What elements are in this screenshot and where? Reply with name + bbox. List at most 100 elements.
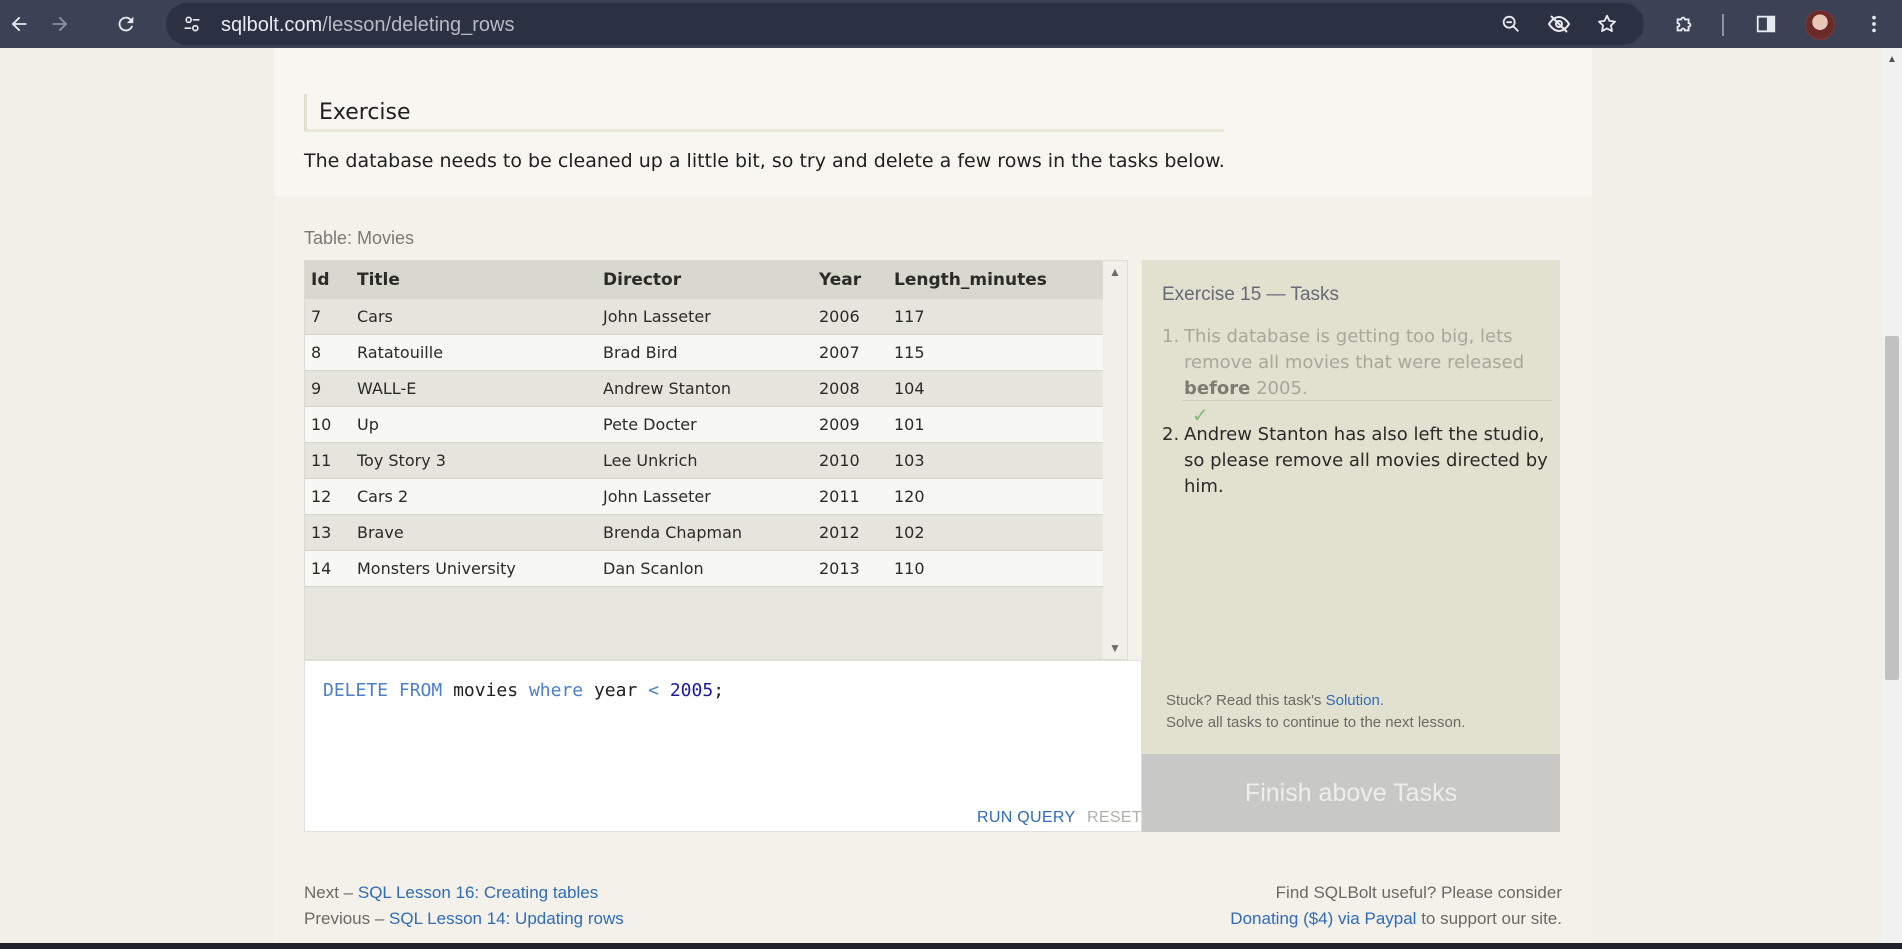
reload-button[interactable] (110, 8, 142, 40)
arrow-right-icon (52, 16, 68, 32)
table-cell: 117 (888, 299, 1118, 335)
side-panel-icon (1756, 15, 1776, 33)
table-cell: 2009 (813, 406, 888, 443)
table-cell: Cars (351, 299, 597, 335)
taskbar-strip (0, 943, 1902, 949)
table-cell: 2007 (813, 334, 888, 371)
address-bar[interactable]: sqlbolt.com/lesson/deleting_rows (166, 3, 1644, 45)
table-cell: 103 (888, 442, 1118, 479)
exercise-section: Exercise The database needs to be cleane… (274, 48, 1592, 196)
table-cell: 2008 (813, 370, 888, 407)
menu-button[interactable] (1858, 8, 1890, 40)
side-panel-button[interactable] (1750, 8, 1782, 40)
table-cell: 10 (305, 406, 351, 443)
url-text[interactable]: sqlbolt.com/lesson/deleting_rows (221, 14, 515, 37)
eye-off-icon (1547, 15, 1571, 33)
sql-editor[interactable]: DELETE FROM movies where year < 2005; RU… (304, 660, 1142, 832)
lesson-content: Exercise The database needs to be cleane… (274, 48, 1592, 943)
page-scrollbar[interactable]: ▲ (1882, 48, 1902, 943)
star-icon (1598, 14, 1616, 32)
sql-query-text[interactable]: DELETE FROM movies where year < 2005; (323, 680, 724, 701)
table-cell: John Lasseter (597, 478, 813, 515)
table-cell: Brave (351, 514, 597, 551)
site-info-button[interactable] (176, 8, 208, 40)
zoom-icon (1502, 15, 1519, 32)
run-query-button[interactable]: RUN QUERY (977, 809, 1075, 827)
table-row: 8 Ratatouille Brad Bird 2007 115 (305, 334, 1118, 371)
table-cell: Dan Scanlon (597, 550, 813, 587)
table-cell: WALL-E (351, 370, 597, 407)
task-number: 2. (1162, 424, 1180, 445)
continue-note: Solve all tasks to continue to the next … (1166, 714, 1466, 731)
tasks-title: Exercise 15 — Tasks (1162, 284, 1340, 305)
next-lesson-link[interactable]: SQL Lesson 16: Creating tables (358, 883, 598, 902)
puzzle-icon (1676, 16, 1692, 32)
column-header: Year (813, 261, 888, 299)
donate-link[interactable]: Donating ($4) via Paypal (1230, 909, 1416, 928)
zoom-button[interactable] (1496, 9, 1526, 39)
table-cell: 104 (888, 370, 1118, 407)
scroll-up-icon[interactable]: ▲ (1109, 265, 1121, 279)
table-cell: 102 (888, 514, 1118, 551)
table-header-row: Id Title Director Year Length_minutes (305, 261, 1118, 299)
table-cell: Andrew Stanton (597, 370, 813, 407)
reset-button[interactable]: RESET (1087, 809, 1142, 827)
previous-lesson-link[interactable]: SQL Lesson 14: Updating rows (389, 909, 624, 928)
stuck-text: Stuck? Read this task's (1166, 692, 1326, 709)
solution-link[interactable]: Solution (1326, 692, 1380, 709)
tune-icon (184, 16, 200, 32)
table-cell: 12 (305, 478, 351, 515)
movies-table-container: Id Title Director Year Length_minutes 7C… (304, 260, 1128, 660)
table-scrollbar[interactable]: ▲ ▼ (1103, 261, 1127, 659)
extensions-button[interactable] (1668, 8, 1700, 40)
table-cell: 2011 (813, 478, 888, 515)
bookmark-button[interactable] (1592, 9, 1622, 39)
column-header: Length_minutes (888, 261, 1118, 299)
profile-avatar[interactable] (1805, 10, 1835, 40)
scroll-down-icon[interactable]: ▼ (1109, 641, 1121, 655)
table-cell: Lee Unkrich (597, 442, 813, 479)
table-cell: 9 (305, 370, 351, 407)
browser-toolbar: sqlbolt.com/lesson/deleting_rows (0, 0, 1902, 48)
table-cell: Monsters University (351, 550, 597, 587)
table-cell: 2012 (813, 514, 888, 551)
exercise-heading: Exercise (304, 94, 1224, 132)
task-1: 1. This database is getting too big, let… (1162, 324, 1552, 430)
forward-button[interactable] (44, 8, 76, 40)
table-row: 13 Brave Brenda Chapman 2012 102 (305, 514, 1118, 551)
table-cell: 8 (305, 334, 351, 371)
tasks-panel: Exercise 15 — Tasks 1. This database is … (1142, 260, 1560, 832)
column-header: Title (351, 261, 597, 299)
back-button[interactable] (3, 8, 35, 40)
donate-note: Find SQLBolt useful? Please consider Don… (1230, 880, 1562, 932)
stuck-text-end: . (1379, 692, 1384, 709)
task-number: 1. (1162, 326, 1180, 347)
table-cell: Up (351, 406, 597, 443)
table-cell: Cars 2 (351, 478, 597, 515)
sql-token: 2005 (669, 680, 714, 701)
next-prefix: Next – (304, 883, 358, 902)
table-cell: 120 (888, 478, 1118, 515)
table-row: 14 Monsters University Dan Scanlon 2013 110 (305, 550, 1118, 587)
table-cell: Ratatouille (351, 334, 597, 371)
table-cell: 13 (305, 514, 351, 551)
finish-tasks-button[interactable]: Finish above Tasks (1142, 754, 1560, 832)
table-cell: 14 (305, 550, 351, 587)
url-host: sqlbolt.com (221, 14, 323, 36)
table-cell: 115 (888, 334, 1118, 371)
table-cell: 2013 (813, 550, 888, 587)
page-scroll-thumb[interactable] (1885, 336, 1899, 680)
table-row: 12 Cars 2 John Lasseter 2011 120 (305, 478, 1118, 515)
exercise-description: The database needs to be cleaned up a li… (304, 150, 1225, 172)
task-divider (1182, 400, 1552, 401)
donate-text: Find SQLBolt useful? Please consider (1275, 883, 1562, 902)
arrow-left-icon (11, 16, 27, 32)
column-header: Id (305, 261, 351, 299)
table-cell: 101 (888, 406, 1118, 443)
sql-token: year (583, 680, 649, 701)
tracking-button[interactable] (1544, 9, 1574, 39)
page-scroll-up-icon[interactable]: ▲ (1887, 54, 1897, 65)
table-cell: 11 (305, 442, 351, 479)
